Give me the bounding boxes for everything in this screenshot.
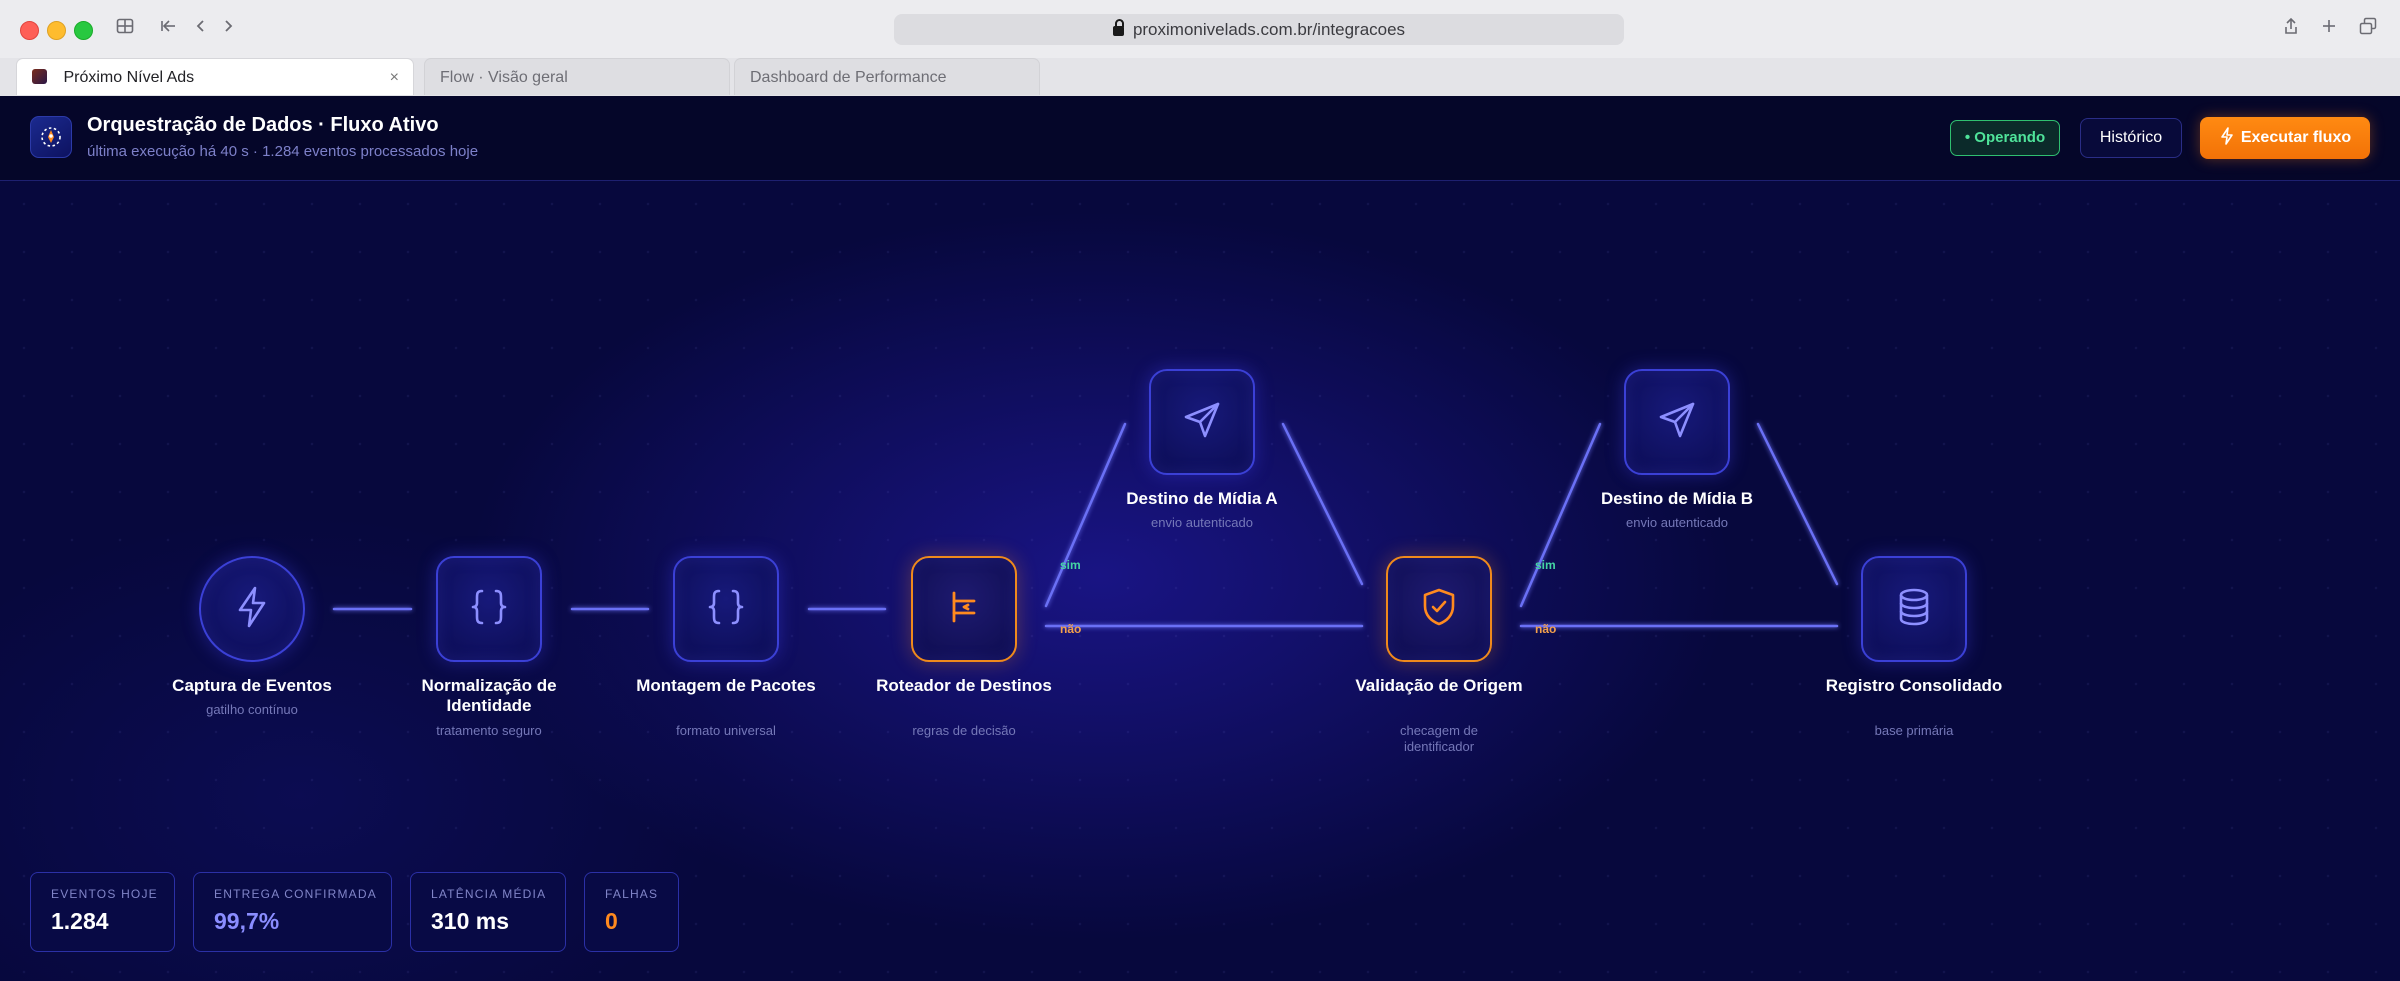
node-label: Normalização de Identidade (421, 676, 557, 715)
node-validacao-origem[interactable] (1386, 556, 1492, 662)
tab-label: Próximo Nível Ads (63, 69, 195, 86)
back-icon[interactable] (190, 15, 212, 43)
share-icon[interactable] (2280, 15, 2302, 43)
app-canvas: Orquestração de Dados · Fluxo Ativo últi… (0, 96, 2400, 981)
node-label: Montagem de Pacotes (636, 676, 816, 695)
stat-entrega-confirmada: ENTREGA CONFIRMADA 99,7% (193, 872, 392, 952)
braces-icon (467, 585, 511, 634)
back-to-start-icon[interactable] (155, 15, 181, 43)
node-destino-midia-a[interactable] (1149, 369, 1255, 475)
node-sublabel: envio autenticado (1151, 515, 1253, 530)
send-icon (1655, 398, 1699, 447)
node-destino-midia-b[interactable] (1624, 369, 1730, 475)
stat-value: 0 (605, 908, 618, 934)
stat-label: EVENTOS HOJE (51, 887, 158, 901)
tab-overview-icon[interactable] (2356, 15, 2380, 43)
stat-label: ENTREGA CONFIRMADA (214, 887, 377, 901)
node-roteador-destinos[interactable] (911, 556, 1017, 662)
edge-label-nao: não (1060, 622, 1082, 636)
close-icon[interactable]: × (390, 59, 399, 96)
browser-toolbar: proximonivelads.com.br/integracoes (0, 0, 2400, 58)
node-sublabel: gatilho contínuo (206, 702, 298, 717)
tab-label: Flow · Visão geral (440, 69, 568, 86)
tab-flow-visao-geral[interactable]: Flow · Visão geral (424, 58, 730, 95)
forward-icon[interactable] (217, 15, 239, 43)
node-label: Destino de Mídia A (1126, 489, 1278, 508)
bolt-icon (232, 585, 272, 634)
lock-icon (1112, 18, 1124, 36)
node-sublabel: formato universal (676, 723, 776, 738)
maximize-window-button[interactable] (74, 21, 93, 40)
node-sublabel: envio autenticado (1626, 515, 1728, 530)
stat-value: 310 ms (431, 908, 510, 934)
sidebar-icon[interactable] (112, 15, 138, 43)
node-label: Destino de Mídia B (1600, 489, 1754, 508)
tab-bar: Próximo Nível Ads × Flow · Visão geral D… (0, 58, 2400, 96)
database-icon (1892, 585, 1936, 634)
braces-icon (704, 585, 748, 634)
tab-dashboard-performance[interactable]: Dashboard de Performance (734, 58, 1040, 95)
node-sublabel: tratamento seguro (436, 723, 542, 738)
node-label: Roteador de Destinos (876, 676, 1052, 695)
node-registro-consolidado[interactable] (1861, 556, 1967, 662)
close-window-button[interactable] (20, 21, 39, 40)
address-bar[interactable]: proximonivelads.com.br/integracoes (894, 14, 1624, 45)
favicon-icon (32, 69, 47, 84)
flow-connectors (332, 422, 1839, 628)
minimize-window-button[interactable] (47, 21, 66, 40)
stat-value: 99,7% (214, 908, 280, 934)
edge-label-nao: não (1535, 622, 1557, 636)
url-text: proximonivelads.com.br/integracoes (1132, 19, 1406, 39)
tab-label: Dashboard de Performance (750, 69, 947, 86)
stat-label: LATÊNCIA MÉDIA (431, 887, 547, 901)
shield-check-icon (1417, 585, 1461, 634)
node-label: Captura de Eventos (172, 676, 332, 695)
stat-value: 1.284 (51, 908, 109, 934)
stat-falhas: FALHAS 0 (584, 872, 679, 952)
node-label: Registro Consolidado (1825, 676, 2003, 695)
node-normalizacao-identidade[interactable] (436, 556, 542, 662)
node-label: Validação de Origem (1355, 676, 1523, 695)
node-captura-eventos[interactable] (199, 556, 305, 662)
node-montagem-pacotes[interactable] (673, 556, 779, 662)
node-sublabel: base primária (1874, 723, 1954, 738)
node-sublabel: regras de decisão (912, 723, 1016, 738)
stat-latencia-media: LATÊNCIA MÉDIA 310 ms (410, 872, 566, 952)
edge-label-sim: sim (1060, 558, 1081, 572)
stat-label: FALHAS (605, 887, 659, 901)
tab-proximo-nivel-ads[interactable]: Próximo Nível Ads × (16, 58, 414, 95)
send-icon (1180, 398, 1224, 447)
stat-eventos-hoje: EVENTOS HOJE 1.284 (30, 872, 175, 952)
new-tab-icon[interactable] (2318, 15, 2340, 43)
node-sublabel: checagem de identificador (1399, 723, 1479, 754)
router-icon (942, 585, 986, 634)
edge-label-sim: sim (1535, 558, 1556, 572)
